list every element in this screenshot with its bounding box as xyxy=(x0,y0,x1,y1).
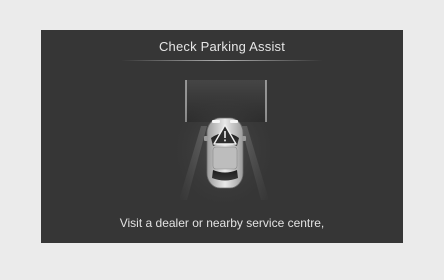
cluster-display: Check Parking Assist Visit a dealer or n… xyxy=(41,30,403,243)
page: Check Parking Assist Visit a dealer or n… xyxy=(0,0,444,280)
parking-sensor-graphic xyxy=(136,80,317,212)
warning-message: Visit a dealer or nearby service centre, xyxy=(119,216,325,230)
